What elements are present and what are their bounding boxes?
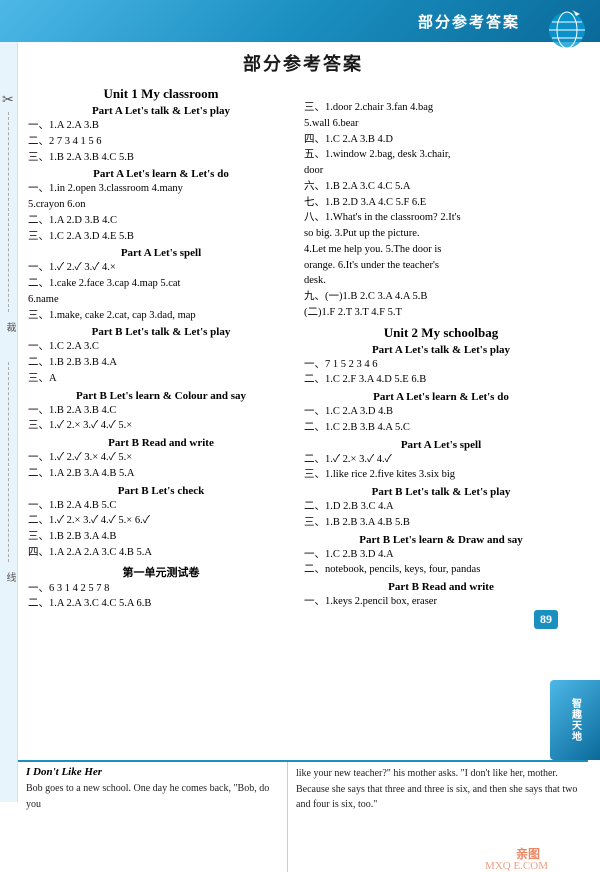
top-banner: 部分参考答案 xyxy=(0,0,600,42)
partA-learn-line3: 二、1.A 2.D 3.B 4.C xyxy=(28,213,296,229)
partB-check-line4: 四、1.A 2.A 2.A 3.C 4.B 5.A xyxy=(28,545,296,561)
right-deco-box: 智趣天地 xyxy=(550,680,600,760)
scissors-icon: ✂ xyxy=(2,92,14,109)
r-sec4-line2: 七、1.B 2.D 3.A 4.C 5.F 6.E xyxy=(304,195,580,211)
partA-spell-line3: 6.name xyxy=(28,292,296,308)
r-sec5-line2: so big. 3.Put up the picture. xyxy=(304,226,580,242)
cut-text-jian: 裁 xyxy=(2,322,17,332)
partB-talk-label: Part B Let's talk & Let's play xyxy=(26,326,296,338)
u2-partB-read-line1: 一、1.keys 2.pencil box, eraser xyxy=(304,594,580,610)
partB-read-label: Part B Read and write xyxy=(26,437,296,449)
test-line1: 一、6 3 1 4 2 5 7 8 xyxy=(28,581,296,597)
story-right: like your new teacher?" his mother asks.… xyxy=(288,762,588,872)
two-column-layout: Unit 1 My classroom Part A Let's talk & … xyxy=(26,82,580,612)
banner-title: 部分参考答案 xyxy=(418,11,520,32)
r-sec5-line1: 八、1.What's in the classroom? 2.It's xyxy=(304,210,580,226)
partA-spell-line2: 二、1.cake 2.face 3.cap 4.map 5.cat xyxy=(28,276,296,292)
u2-partA-spell-label: Part A Let's spell xyxy=(302,439,580,451)
r-sec4-line1: 六、1.B 2.A 3.C 4.C 5.A xyxy=(304,179,580,195)
cut-text-qian: 线 xyxy=(2,572,17,582)
r-sec6-line1: 九、(一)1.B 2.C 3.A 4.A 5.B xyxy=(304,289,580,305)
partA-talk-line3: 三、1.B 2.A 3.B 4.C 5.B xyxy=(28,150,296,166)
watermark2: MXQ E.COM xyxy=(485,860,548,872)
partA-learn-line2: 5.crayon 6.on xyxy=(28,197,296,213)
partA-spell-line4: 三、1.make, cake 2.cat, cap 3.dad, map xyxy=(28,308,296,324)
u2-partA-talk-line2: 二、1.C 2.F 3.A 4.D 5.E 6.B xyxy=(304,372,580,388)
u2-partB-talk-line2: 三、1.B 2.B 3.A 4.B 5.B xyxy=(304,515,580,531)
cut-line-2 xyxy=(8,362,9,562)
r-sec2-line1: 四、1.C 2.A 3.B 4.D xyxy=(304,132,580,148)
right-column: 三、1.door 2.chair 3.fan 4.bag 5.wall 6.be… xyxy=(302,82,580,612)
partB-check-line2: 二、1.✓ 2.× 3.✓ 4.✓ 5.× 6.✓ xyxy=(28,513,296,529)
u2-partA-learn-label: Part A Let's learn & Let's do xyxy=(302,391,580,403)
u2-partA-learn-line1: 一、1.C 2.A 3.D 4.B xyxy=(304,404,580,420)
partA-learn-line4: 三、1.C 2.A 3.D 4.E 5.B xyxy=(28,229,296,245)
partB-learn-label: Part B Let's learn & Colour and say xyxy=(26,390,296,402)
story-left-text: Bob goes to a new school. One day he com… xyxy=(26,781,279,812)
test-line2: 二、1.A 2.A 3.C 4.C 5.A 6.B xyxy=(28,596,296,612)
u2-partB-read-label: Part B Read and write xyxy=(302,581,580,593)
partA-learn-line1: 一、1.in 2.open 3.classroom 4.many xyxy=(28,181,296,197)
u2-partB-draw-line1: 一、1.C 2.B 3.D 4.A xyxy=(304,547,580,563)
partB-talk-line2: 二、1.B 2.B 3.B 4.A xyxy=(28,355,296,371)
unit2-title: Unit 2 My schoolbag xyxy=(302,325,580,341)
r-sec3-line1: 五、1.window 2.bag, desk 3.chair, xyxy=(304,147,580,163)
main-content: 部分参考答案 Unit 1 My classroom Part A Let's … xyxy=(18,42,588,802)
partB-talk-line3: 三、A xyxy=(28,371,296,387)
partB-check-label: Part B Let's check xyxy=(26,485,296,497)
r-sec5-line3: 4.Let me help you. 5.The door is xyxy=(304,242,580,258)
partB-check-line3: 三、1.B 2.B 3.A 4.B xyxy=(28,529,296,545)
r-sec5-line4: orange. 6.It's under the teacher's xyxy=(304,258,580,274)
cut-line xyxy=(8,112,9,312)
partA-spell-line1: 一、1.✓ 2.✓ 3.✓ 4.× xyxy=(28,260,296,276)
r-sec6-line2: (二)1.F 2.T 3.T 4.F 5.T xyxy=(304,305,580,321)
r-sec5-line5: desk. xyxy=(304,273,580,289)
u2-partA-spell-line1: 二、1.✓ 2.× 3.✓ 4.✓ xyxy=(304,452,580,468)
partA-learn-label: Part A Let's learn & Let's do xyxy=(26,168,296,180)
left-column: Unit 1 My classroom Part A Let's talk & … xyxy=(26,82,296,612)
partA-talk-line2: 二、2 7 3 4 1 5 6 xyxy=(28,134,296,150)
left-decoration: ✂ 裁 线 xyxy=(0,42,18,802)
partA-talk-line1: 一、1.A 2.A 3.B xyxy=(28,118,296,134)
test-label: 第一单元测试卷 xyxy=(26,564,296,580)
r-sec1-line1: 三、1.door 2.chair 3.fan 4.bag xyxy=(304,100,580,116)
r-sec3-line2: door xyxy=(304,163,580,179)
page-number: 89 xyxy=(534,610,558,629)
page-title: 部分参考答案 xyxy=(26,50,580,76)
story-title: I Don't Like Her xyxy=(26,766,279,778)
partB-check-line1: 一、1.B 2.A 4.B 5.C xyxy=(28,498,296,514)
u2-partB-draw-label: Part B Let's learn & Draw and say xyxy=(302,534,580,546)
unit1-title: Unit 1 My classroom xyxy=(26,86,296,102)
partB-learn-line1: 一、1.B 2.A 3.B 4.C xyxy=(28,403,296,419)
u2-partA-spell-line2: 三、1.like rice 2.five kites 3.six big xyxy=(304,467,580,483)
partA-spell-label: Part A Let's spell xyxy=(26,247,296,259)
partB-read-line1: 一、1.✓ 2.✓ 3.× 4.✓ 5.× xyxy=(28,450,296,466)
bottom-story-section: I Don't Like Her Bob goes to a new schoo… xyxy=(18,760,588,872)
u2-partA-talk-label: Part A Let's talk & Let's play xyxy=(302,344,580,356)
story-left: I Don't Like Her Bob goes to a new schoo… xyxy=(18,762,288,872)
u2-partA-learn-line2: 二、1.C 2.B 3.B 4.A 5.C xyxy=(304,420,580,436)
u2-partA-talk-line1: 一、7 1 5 2 3 4 6 xyxy=(304,357,580,373)
partB-learn-line2: 三、1.✓ 2.× 3.✓ 4.✓ 5.× xyxy=(28,418,296,434)
u2-partB-talk-line1: 二、1.D 2.B 3.C 4.A xyxy=(304,499,580,515)
partB-talk-line1: 一、1.C 2.A 3.C xyxy=(28,339,296,355)
r-sec1-line2: 5.wall 6.bear xyxy=(304,116,580,132)
deco-text: 智趣天地 xyxy=(568,698,583,742)
u2-partB-draw-line2: 二、notebook, pencils, keys, four, pandas xyxy=(304,562,580,578)
partB-read-line2: 二、1.A 2.B 3.A 4.B 5.A xyxy=(28,466,296,482)
u2-partB-talk-label: Part B Let's talk & Let's play xyxy=(302,486,580,498)
partA-talk-label: Part A Let's talk & Let's play xyxy=(26,105,296,117)
story-right-text: like your new teacher?" his mother asks.… xyxy=(296,766,580,813)
